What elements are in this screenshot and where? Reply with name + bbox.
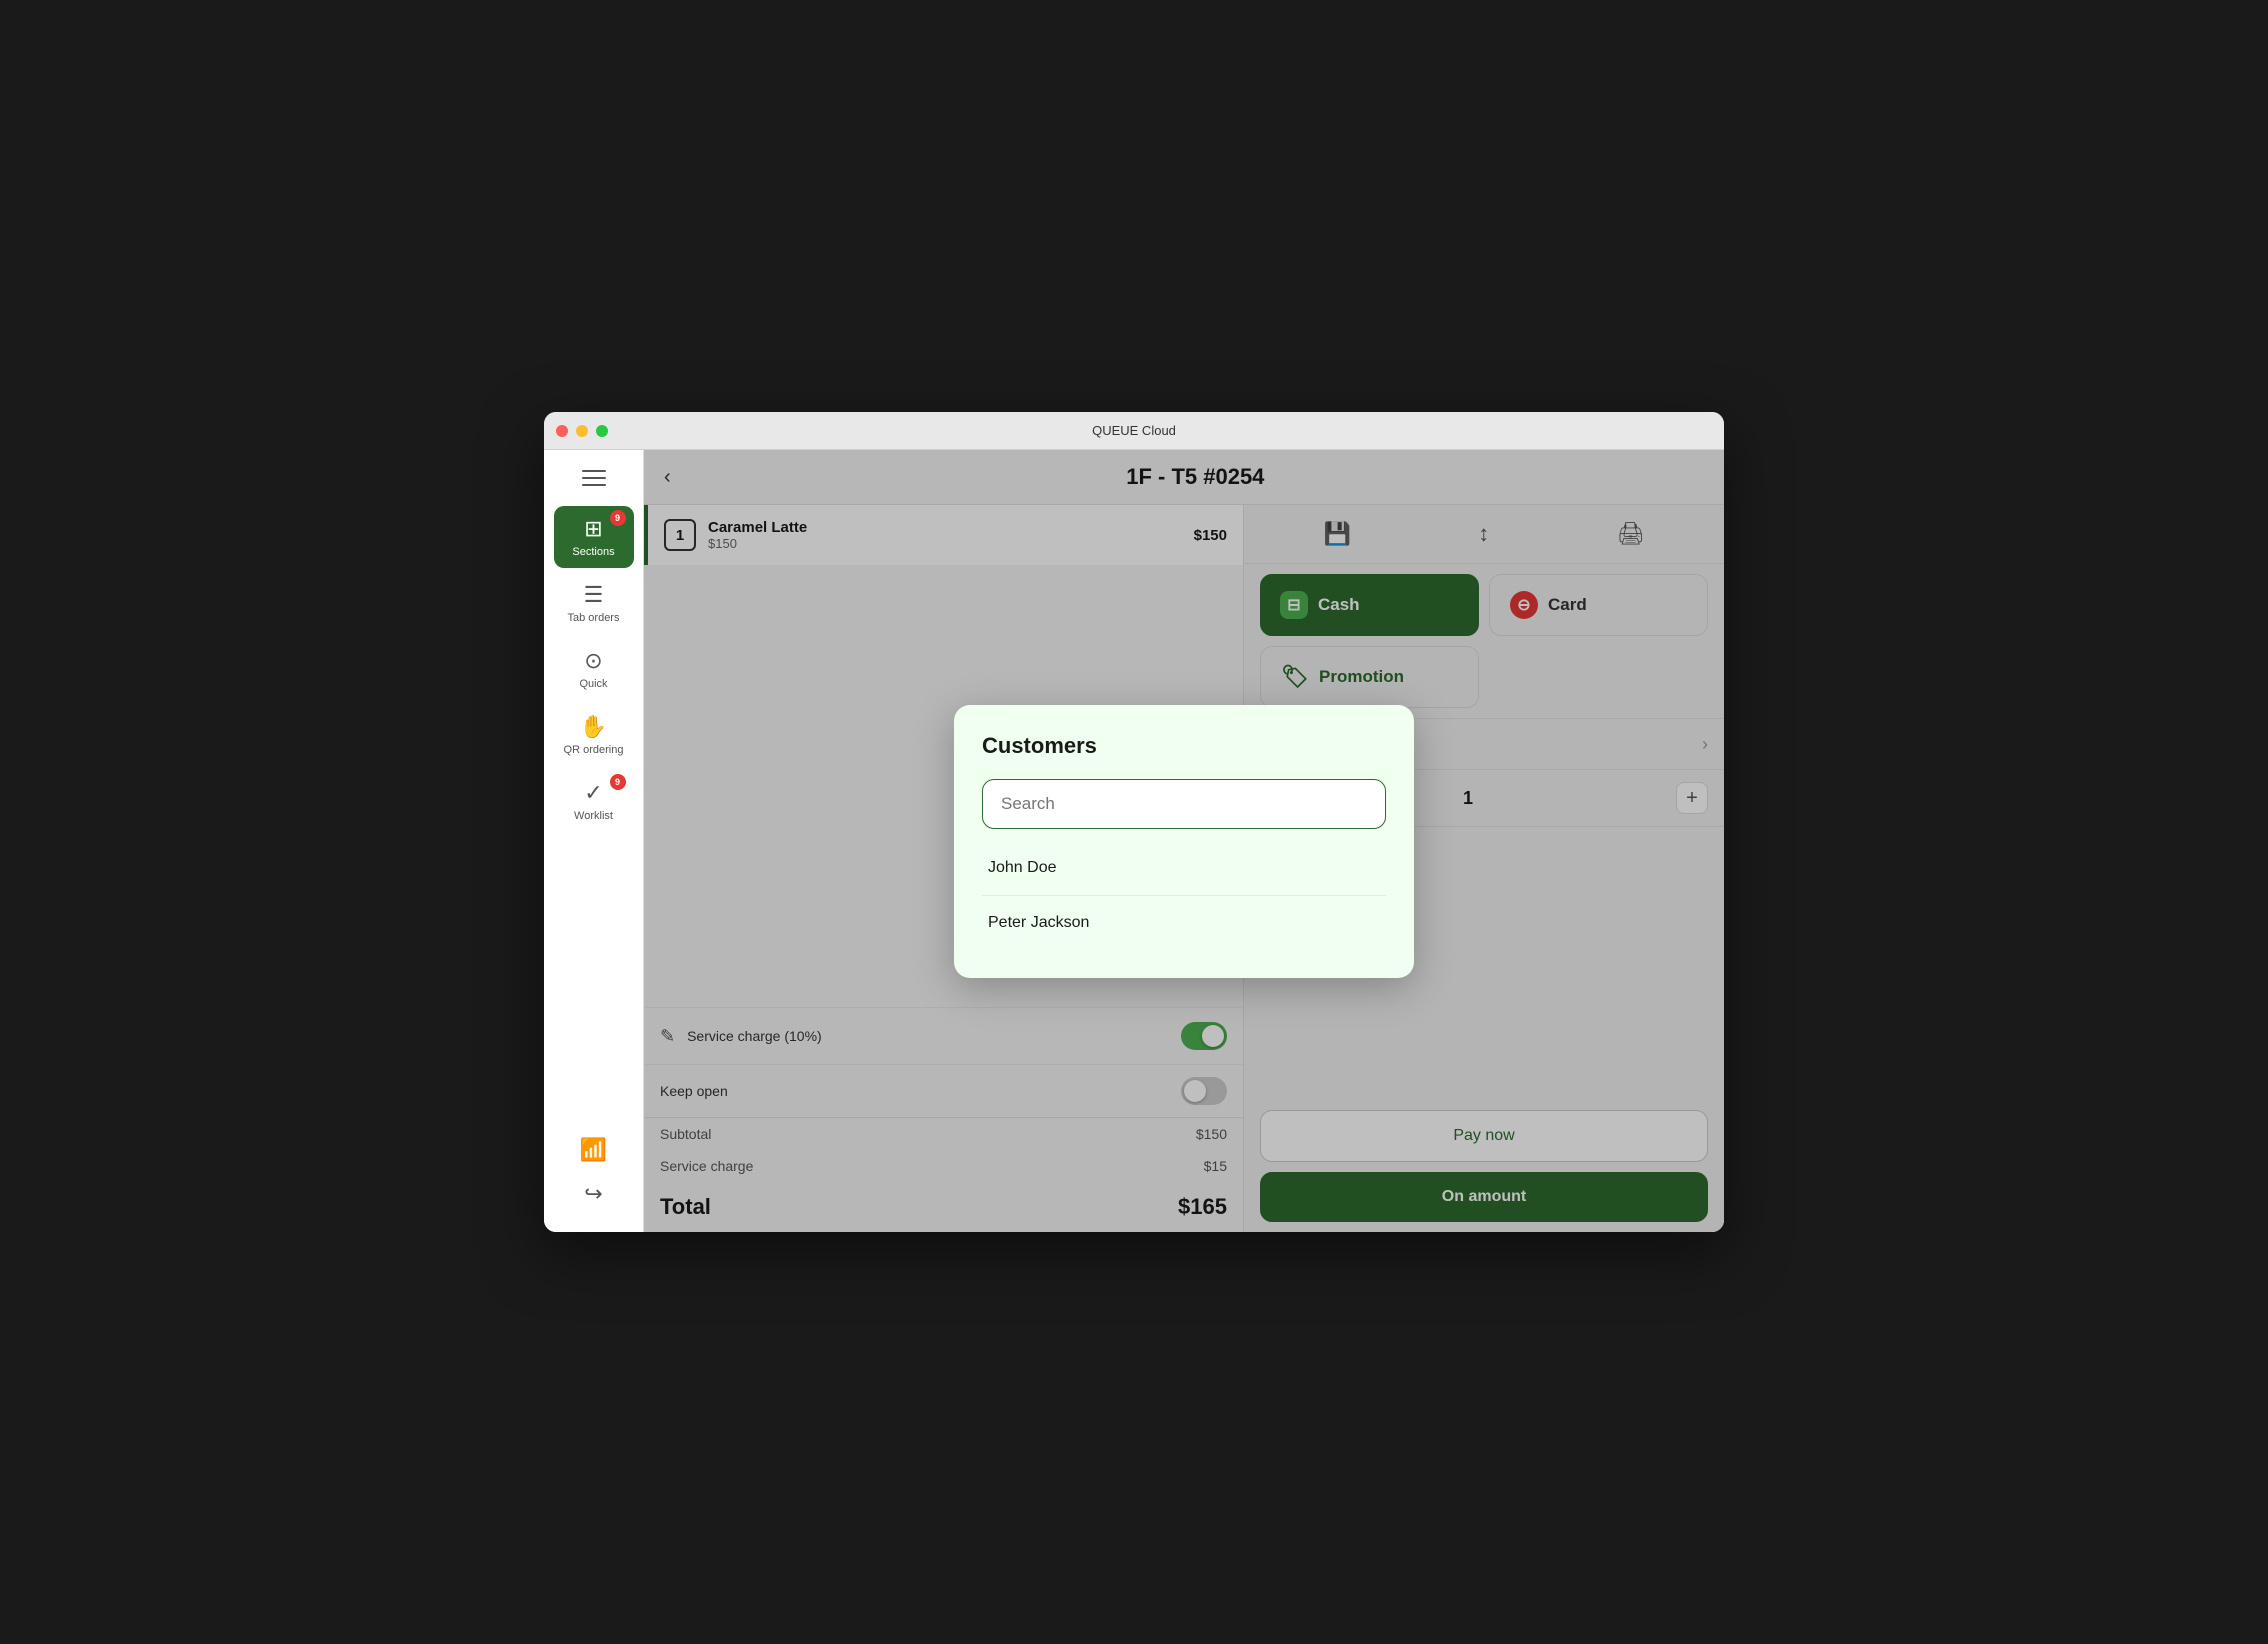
worklist-badge: 9 xyxy=(610,774,626,790)
hamburger-line xyxy=(582,470,606,472)
sidebar-item-sections[interactable]: 9 ⊞ Sections xyxy=(554,506,634,568)
sidebar-item-worklist[interactable]: 9 ✓ Worklist xyxy=(554,770,634,832)
tab-orders-label: Tab orders xyxy=(568,612,620,624)
worklist-label: Worklist xyxy=(574,810,613,822)
sidebar-bottom: 📶 ↪ xyxy=(576,1132,612,1222)
customers-modal: Customers John Doe Peter Jackson xyxy=(954,705,1414,978)
customer-list-item[interactable]: Peter Jackson xyxy=(982,896,1386,950)
modal-title: Customers xyxy=(982,733,1386,759)
sections-label: Sections xyxy=(572,546,614,558)
sections-badge: 9 xyxy=(610,510,626,526)
hamburger-line xyxy=(582,484,606,486)
sidebar-item-quick[interactable]: ⊙ Quick xyxy=(554,638,634,700)
hamburger-menu[interactable] xyxy=(576,460,612,496)
modal-overlay[interactable]: Customers John Doe Peter Jackson xyxy=(644,450,1724,1232)
app-body: 9 ⊞ Sections ☰ Tab orders ⊙ Quick ✋ QR o… xyxy=(544,450,1724,1232)
qr-ordering-icon: ✋ xyxy=(580,714,607,740)
traffic-lights xyxy=(556,425,608,437)
tab-orders-icon: ☰ xyxy=(584,582,604,608)
sidebar: 9 ⊞ Sections ☰ Tab orders ⊙ Quick ✋ QR o… xyxy=(544,450,644,1232)
sidebar-item-tab-orders[interactable]: ☰ Tab orders xyxy=(554,572,634,634)
wifi-icon[interactable]: 📶 xyxy=(576,1132,612,1168)
minimize-button[interactable] xyxy=(576,425,588,437)
quick-label: Quick xyxy=(579,678,607,690)
customer-list: John Doe Peter Jackson xyxy=(982,841,1386,950)
customer-search-input[interactable] xyxy=(1001,794,1367,814)
app-window: QUEUE Cloud 9 ⊞ Sections ☰ Tab orders ⊙ … xyxy=(544,412,1724,1232)
main-content: ‹ 1F - T5 #0254 1 Caramel Latte $150 xyxy=(644,450,1724,1232)
logout-icon[interactable]: ↪ xyxy=(576,1176,612,1212)
customer-list-item[interactable]: John Doe xyxy=(982,841,1386,896)
quick-icon: ⊙ xyxy=(584,648,602,674)
sections-icon: ⊞ xyxy=(584,516,602,542)
close-button[interactable] xyxy=(556,425,568,437)
sidebar-item-qr-ordering[interactable]: ✋ QR ordering xyxy=(554,704,634,766)
title-bar: QUEUE Cloud xyxy=(544,412,1724,450)
qr-ordering-label: QR ordering xyxy=(564,744,624,756)
search-input-wrapper[interactable] xyxy=(982,779,1386,829)
hamburger-line xyxy=(582,477,606,479)
window-title: QUEUE Cloud xyxy=(1092,423,1176,438)
fullscreen-button[interactable] xyxy=(596,425,608,437)
worklist-icon: ✓ xyxy=(584,780,602,806)
